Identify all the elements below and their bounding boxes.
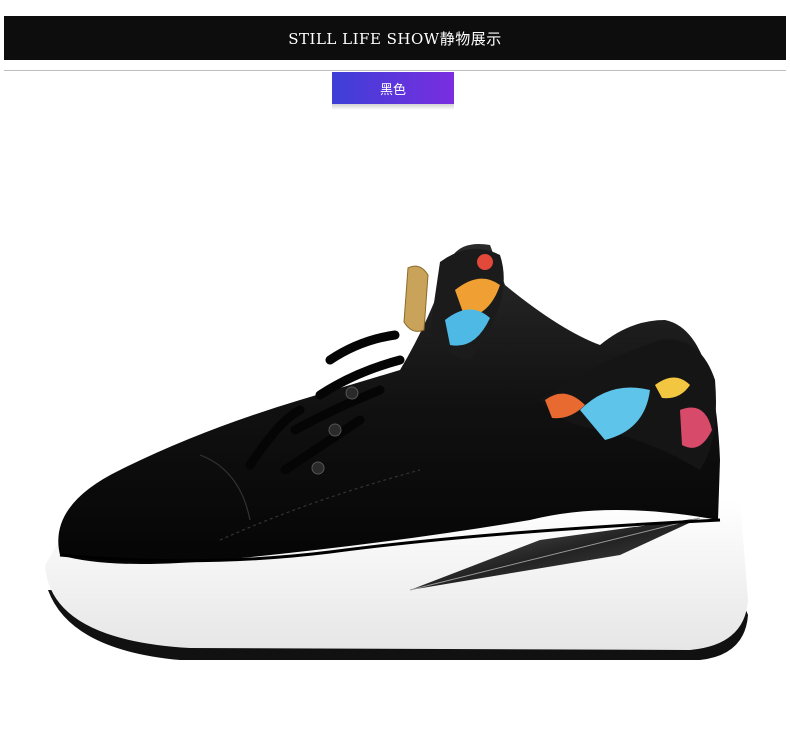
- divider-line: [4, 70, 786, 71]
- color-tab-shadow: [332, 104, 454, 110]
- color-tab-label: 黑色: [379, 82, 406, 98]
- color-tab[interactable]: 黑色: [332, 72, 454, 104]
- section-banner: STILL LIFE SHOW静物展示: [4, 16, 786, 60]
- section-title: STILL LIFE SHOW静物展示: [288, 29, 502, 48]
- sneaker-image: [45, 244, 748, 660]
